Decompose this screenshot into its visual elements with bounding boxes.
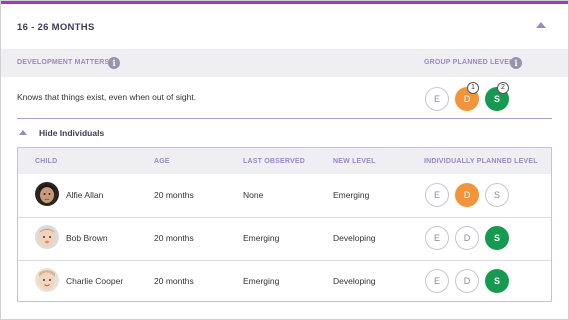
info-icon[interactable]: i — [108, 57, 120, 69]
group-level-count-badge: 2 — [497, 82, 509, 94]
level-secure-button[interactable]: S — [485, 183, 509, 207]
last-observed: Emerging — [243, 233, 280, 243]
group-level-emerging[interactable]: E — [425, 87, 449, 111]
level-secure-button[interactable]: S — [485, 269, 509, 293]
new-level: Developing — [333, 233, 376, 243]
table-row: Bob Brown 20 months Emerging Developing … — [18, 217, 551, 260]
divider — [17, 118, 552, 119]
column-header-individually-planned-level: INDIVIDUALLY PLANNED LEVEL — [424, 158, 538, 165]
table-row: Charlie Cooper 20 months Emerging Develo… — [18, 260, 551, 303]
level-emerging-button[interactable]: E — [425, 269, 449, 293]
development-matters-label: DEVELOPMENT MATTERS — [17, 59, 110, 66]
level-emerging-button[interactable]: E — [425, 226, 449, 250]
child-name: Charlie Cooper — [66, 276, 124, 286]
collapse-section-icon[interactable] — [536, 22, 546, 28]
level-developing-button[interactable]: D — [455, 183, 479, 207]
avatar — [35, 182, 59, 206]
info-icon[interactable]: i — [510, 57, 522, 69]
caret-up-icon[interactable] — [19, 130, 27, 135]
column-header-child: CHILD — [35, 158, 58, 165]
section-title: 16 - 26 MONTHS — [17, 22, 95, 33]
level-secure-button[interactable]: S — [485, 226, 509, 250]
last-observed: None — [243, 190, 264, 200]
top-accent-bar — [1, 1, 568, 4]
hide-individuals-toggle[interactable]: Hide Individuals — [39, 128, 104, 138]
child-age: 20 months — [154, 233, 194, 243]
child-age: 20 months — [154, 190, 194, 200]
table-header: CHILD AGE LAST OBSERVED NEW LEVEL INDIVI… — [18, 148, 551, 174]
column-header-new-level: NEW LEVEL — [333, 158, 376, 165]
new-level: Emerging — [333, 190, 370, 200]
child-name: Alfie Allan — [66, 190, 104, 200]
avatar — [35, 225, 59, 249]
level-emerging-button[interactable]: E — [425, 183, 449, 207]
group-planned-level-label: GROUP PLANNED LEVEL — [424, 59, 514, 66]
level-developing-button[interactable]: D — [455, 226, 479, 250]
child-age: 20 months — [154, 276, 194, 286]
table-row: Alfie Allan 20 months None Emerging E D … — [18, 174, 551, 217]
last-observed: Emerging — [243, 276, 280, 286]
child-name: Bob Brown — [66, 233, 108, 243]
development-statement: Knows that things exist, even when out o… — [17, 92, 197, 102]
individuals-table: CHILD AGE LAST OBSERVED NEW LEVEL INDIVI… — [17, 147, 552, 302]
column-header-age: AGE — [154, 158, 170, 165]
new-level: Developing — [333, 276, 376, 286]
level-developing-button[interactable]: D — [455, 269, 479, 293]
group-level-count-badge: 1 — [467, 82, 479, 94]
avatar — [35, 268, 59, 292]
column-header-last-observed: LAST OBSERVED — [243, 158, 305, 165]
